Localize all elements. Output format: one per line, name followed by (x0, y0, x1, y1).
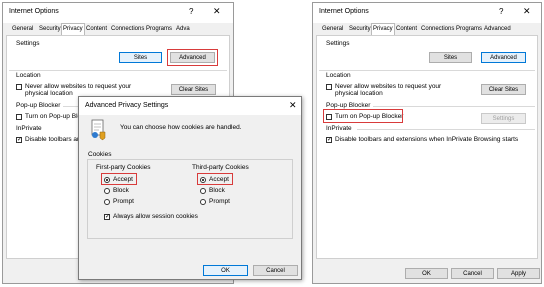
popup-blocker-highlight (323, 109, 403, 123)
disable-toolbars-text: Disable toolbars and extensions when InP… (335, 136, 519, 143)
checkmark-icon: ✓ (327, 137, 333, 143)
window-title: Internet Options (9, 8, 59, 15)
close-icon[interactable]: ✕ (289, 100, 297, 111)
never-allow-checkbox[interactable] (16, 84, 22, 90)
popup-blocker-label: Pop-up Blocker (326, 102, 371, 109)
close-icon[interactable]: ✕ (523, 6, 531, 17)
never-allow-text-2: physical location (335, 90, 383, 97)
tab-content[interactable]: Content (395, 24, 418, 34)
third-party-block-radio[interactable] (200, 188, 206, 194)
tab-general[interactable]: General (321, 24, 344, 34)
window-title: Internet Options (319, 8, 369, 15)
internet-options-window-right: Internet Options ? ✕ General Security Pr… (312, 2, 542, 284)
third-party-label: Third-party Cookies (192, 164, 249, 171)
dialog-message: You can choose how cookies are handled. (120, 124, 242, 131)
title-bar: Internet Options ? ✕ (3, 3, 233, 23)
sites-button[interactable]: Sites (119, 52, 162, 63)
tab-connections[interactable]: Connections (110, 24, 145, 34)
clear-sites-button[interactable]: Clear Sites (171, 84, 216, 95)
never-allow-text-1: Never allow websites to request your (25, 83, 132, 90)
help-icon[interactable]: ? (499, 7, 503, 16)
first-party-prompt-label: Prompt (113, 198, 134, 205)
disable-toolbars-checkbox[interactable]: ✓ (16, 137, 22, 143)
dialog-title-bar: Advanced Privacy Settings ✕ (79, 97, 301, 115)
close-icon[interactable]: ✕ (213, 6, 221, 17)
cancel-button[interactable]: Cancel (253, 265, 298, 276)
never-allow-checkbox[interactable] (326, 84, 332, 90)
always-allow-session-label: Always allow session cookies (113, 213, 198, 220)
third-party-accept-highlight (197, 173, 233, 185)
tab-programs[interactable]: Programs (145, 24, 173, 34)
cookies-group: First-party Cookies Third-party Cookies … (87, 159, 293, 239)
never-allow-text-1: Never allow websites to request your (335, 83, 442, 90)
inprivate-label: InPrivate (16, 125, 42, 132)
advanced-privacy-dialog: Advanced Privacy Settings ✕ You can choo… (78, 96, 302, 280)
first-party-prompt-radio[interactable] (104, 199, 110, 205)
tab-security[interactable]: Security (348, 24, 372, 34)
advanced-highlight (167, 49, 218, 66)
divider (9, 70, 227, 71)
tab-connections[interactable]: Connections (420, 24, 455, 34)
ok-button[interactable]: OK (405, 268, 448, 279)
checkmark-icon: ✓ (17, 137, 23, 143)
turn-on-popup-checkbox[interactable] (16, 114, 22, 120)
settings-label: Settings (16, 40, 40, 47)
cookies-label: Cookies (88, 151, 112, 158)
advanced-button[interactable]: Advanced (481, 52, 526, 63)
apply-button[interactable]: Apply (497, 268, 540, 279)
privacy-document-icon (89, 119, 107, 141)
divider (357, 129, 535, 130)
popup-blocker-label: Pop-up Blocker (16, 102, 61, 109)
location-label: Location (326, 72, 351, 79)
help-icon[interactable]: ? (189, 7, 193, 16)
never-allow-text-2: physical location (25, 90, 73, 97)
dialog-title: Advanced Privacy Settings (85, 102, 169, 109)
third-party-prompt-label: Prompt (209, 198, 230, 205)
disable-toolbars-checkbox[interactable]: ✓ (326, 137, 332, 143)
divider (319, 70, 535, 71)
title-bar: Internet Options ? ✕ (313, 3, 541, 23)
privacy-panel: Settings Sites Advanced Location Never a… (316, 35, 538, 259)
first-party-block-label: Block (113, 187, 129, 194)
cancel-button[interactable]: Cancel (451, 268, 494, 279)
first-party-label: First-party Cookies (96, 164, 151, 171)
location-label: Location (16, 72, 41, 79)
tab-general[interactable]: General (11, 24, 34, 34)
disable-toolbars-text: Disable toolbars and (25, 136, 85, 143)
clear-sites-button[interactable]: Clear Sites (481, 84, 526, 95)
divider (373, 106, 535, 107)
tab-advanced[interactable]: Advanced (483, 24, 512, 34)
first-party-accept-highlight (101, 173, 137, 185)
tab-advanced[interactable]: Adva (175, 24, 191, 34)
inprivate-label: InPrivate (326, 125, 352, 132)
popup-settings-button[interactable]: Settings (481, 113, 526, 124)
always-allow-session-checkbox[interactable]: ✓ (104, 214, 110, 220)
tab-programs[interactable]: Programs (455, 24, 483, 34)
tab-security[interactable]: Security (38, 24, 62, 34)
sites-button[interactable]: Sites (429, 52, 472, 63)
third-party-prompt-radio[interactable] (200, 199, 206, 205)
first-party-block-radio[interactable] (104, 188, 110, 194)
settings-label: Settings (326, 40, 350, 47)
third-party-block-label: Block (209, 187, 225, 194)
ok-button[interactable]: OK (203, 265, 248, 276)
tab-content[interactable]: Content (85, 24, 108, 34)
checkmark-icon: ✓ (105, 214, 111, 220)
